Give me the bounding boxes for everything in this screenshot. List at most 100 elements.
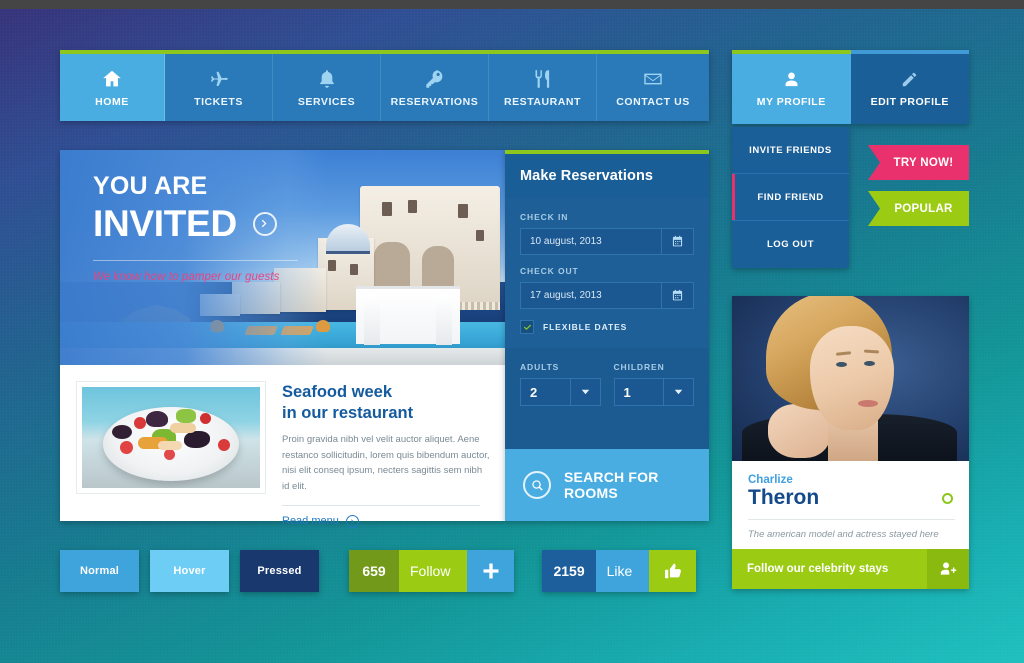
pencil-icon [903,72,917,87]
calendar-icon [672,235,683,247]
hero-next-button[interactable] [252,211,277,236]
tab-edit-profile[interactable]: EDIT PROFILE [850,50,969,124]
article-title-line-2: in our restaurant [282,403,414,422]
read-menu-label: Read menu [282,515,339,528]
ribbon-try-now[interactable]: TRY NOW! [868,145,969,180]
checkin-label: CHECK IN [520,212,569,222]
button-label: Pressed [257,565,302,577]
nav-label: HOME [95,95,129,108]
adults-select[interactable]: 2 [520,378,601,406]
button-label: Normal [79,565,120,577]
article-body-text: Proin gravida nibh vel velit auctor aliq… [282,434,490,492]
search-button-label: SEARCH FOR ROOMS [564,469,659,501]
nav-item-contact-us[interactable]: CONTACT US [597,54,709,121]
article-card: Seafood week in our restaurant Proin gra… [60,365,505,528]
children-value: 1 [623,384,631,400]
portrait-eye [836,362,847,367]
nav-item-tickets[interactable]: TICKETS [165,54,273,121]
celebrity-note: The american model and actress stayed he… [748,528,939,540]
article-divider [282,504,480,506]
article-image-frame [76,381,266,494]
menu-item-label: FIND FRIEND [757,191,824,203]
nav-label: CONTACT US [616,95,690,108]
home-icon [101,68,123,90]
seafood-salad-image [82,387,260,488]
profile-tabs: MY PROFILE EDIT PROFILE [732,50,969,124]
checkin-calendar-button[interactable] [661,229,693,254]
hero-pergola [356,286,460,345]
profile-menu: INVITE FRIENDS FIND FRIEND LOG OUT [732,127,849,268]
read-menu-link[interactable]: Read menu [282,514,491,528]
search-for-rooms-button[interactable]: SEARCH FOR ROOMS [505,449,709,521]
nav-item-reservations[interactable]: RESERVATIONS [381,54,489,121]
magnifier-icon [523,471,551,499]
celebrity-info: Charlize Theron The american model and a… [732,461,969,540]
plus-icon[interactable] [467,550,515,592]
like-button[interactable]: 2159 Like [542,550,697,592]
check-icon [523,324,531,330]
reservation-title: Make Reservations [505,154,709,198]
celebrity-last-name: Theron [748,486,820,509]
app-canvas: HOME TICKETS SERVICES RESERVATIONS RESTA [0,0,1024,663]
button-state-pressed[interactable]: Pressed [240,550,319,592]
menu-item-find-friend[interactable]: FIND FRIEND [732,174,849,221]
menu-item-label: INVITE FRIENDS [749,144,832,156]
user-icon [785,72,798,87]
hero-line-2: INVITED [93,203,237,244]
nav-item-services[interactable]: SERVICES [273,54,381,121]
adults-label: ADULTS [520,362,560,372]
checkin-field[interactable] [520,228,694,255]
article-text: Seafood week in our restaurant Proin gra… [282,381,491,528]
browser-chrome-strip [0,0,1024,9]
menu-item-invite-friends[interactable]: INVITE FRIENDS [732,127,849,174]
follow-button[interactable]: 659 Follow [349,550,515,592]
children-select[interactable]: 1 [613,378,694,406]
article-title-line-1: Seafood week [282,383,393,401]
bell-icon [316,68,338,90]
nav-item-restaurant[interactable]: RESTAURANT [489,54,597,121]
button-state-normal[interactable]: Normal [60,550,139,592]
flexible-dates-row[interactable]: FLEXIBLE DATES [520,320,694,334]
cutlery-icon [532,68,554,90]
nav-item-home[interactable]: HOME [60,54,165,121]
hero-subtitle: We know how to pamper our guests [93,271,280,283]
checkin-input[interactable] [521,236,656,247]
nav-label: RESERVATIONS [390,95,479,108]
main-navigation: HOME TICKETS SERVICES RESERVATIONS RESTA [60,50,709,121]
portrait-lips [858,400,878,407]
chevron-down-icon [663,379,693,405]
calendar-icon [672,289,683,301]
status-ring-icon [942,493,953,504]
adults-value: 2 [530,384,538,400]
checkout-input[interactable] [521,290,656,301]
reservation-dates-section: CHECK IN CHECK OUT FLEXIBLE DATES [505,198,709,348]
portrait-eye [864,361,875,366]
ribbon-label: POPULAR [894,202,953,215]
checkout-field[interactable] [520,282,694,309]
chevron-down-icon [569,379,600,405]
flexible-dates-checkbox[interactable] [520,320,534,334]
thumbs-up-icon[interactable] [649,550,697,592]
follow-label: Follow [410,563,451,579]
ribbon-popular[interactable]: POPULAR [868,191,969,226]
hero-line-1: YOU ARE [93,172,208,200]
checkout-label: CHECK OUT [520,266,579,276]
key-icon [424,68,446,90]
follow-celebrity-button[interactable]: Follow our celebrity stays [732,549,969,589]
flexible-dates-label: FLEXIBLE DATES [543,322,628,332]
content-column: YOU ARE INVITED We know how to pamper ou… [60,150,505,528]
celebrity-first-name: Charlize [748,474,793,486]
celebrity-photo [732,296,969,461]
checkout-calendar-button[interactable] [661,283,693,308]
portrait-face [810,326,894,430]
ribbon-label: TRY NOW! [893,156,954,169]
tab-my-profile[interactable]: MY PROFILE [732,50,851,124]
hero-banner: YOU ARE INVITED We know how to pamper ou… [60,150,505,365]
plane-icon [208,68,230,90]
menu-item-log-out[interactable]: LOG OUT [732,221,849,268]
button-label: Hover [173,565,206,577]
button-state-hover[interactable]: Hover [150,550,229,592]
follow-celebrity-label: Follow our celebrity stays [747,563,889,575]
add-user-icon [927,549,969,589]
reservation-guests-section: ADULTS 2 CHILDREN 1 [505,348,709,449]
